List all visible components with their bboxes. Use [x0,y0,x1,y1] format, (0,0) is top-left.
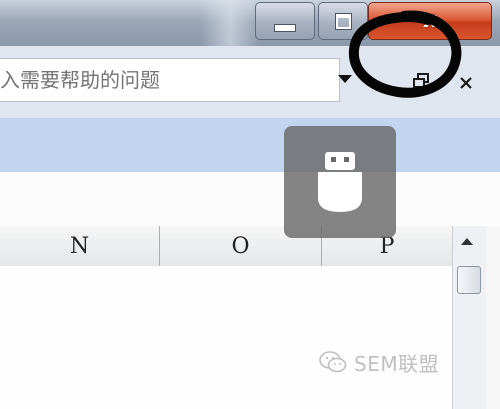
vertical-scrollbar[interactable] [452,226,486,409]
window-edge [486,226,500,409]
watermark-text: SEM联盟 [354,351,440,376]
usb-drive-icon [318,152,362,212]
column-label: O [231,233,250,259]
minimize-button[interactable] [255,2,315,40]
column-header-n[interactable]: N [0,226,160,266]
column-label: N [69,233,90,259]
scroll-up-arrow-icon[interactable] [461,238,473,245]
usb-device-overlay [284,126,396,238]
worksheet-grid[interactable] [0,266,452,409]
ribbon-band [0,118,500,172]
formula-bar[interactable] [0,172,500,228]
scroll-thumb[interactable] [457,266,481,294]
titlebar-highlight [200,0,260,46]
wechat-logo [319,351,347,373]
watermark: SEM联盟 [318,347,439,377]
minimize-icon [274,24,296,32]
help-search-input[interactable] [0,58,340,102]
annotation-circle [348,10,462,98]
